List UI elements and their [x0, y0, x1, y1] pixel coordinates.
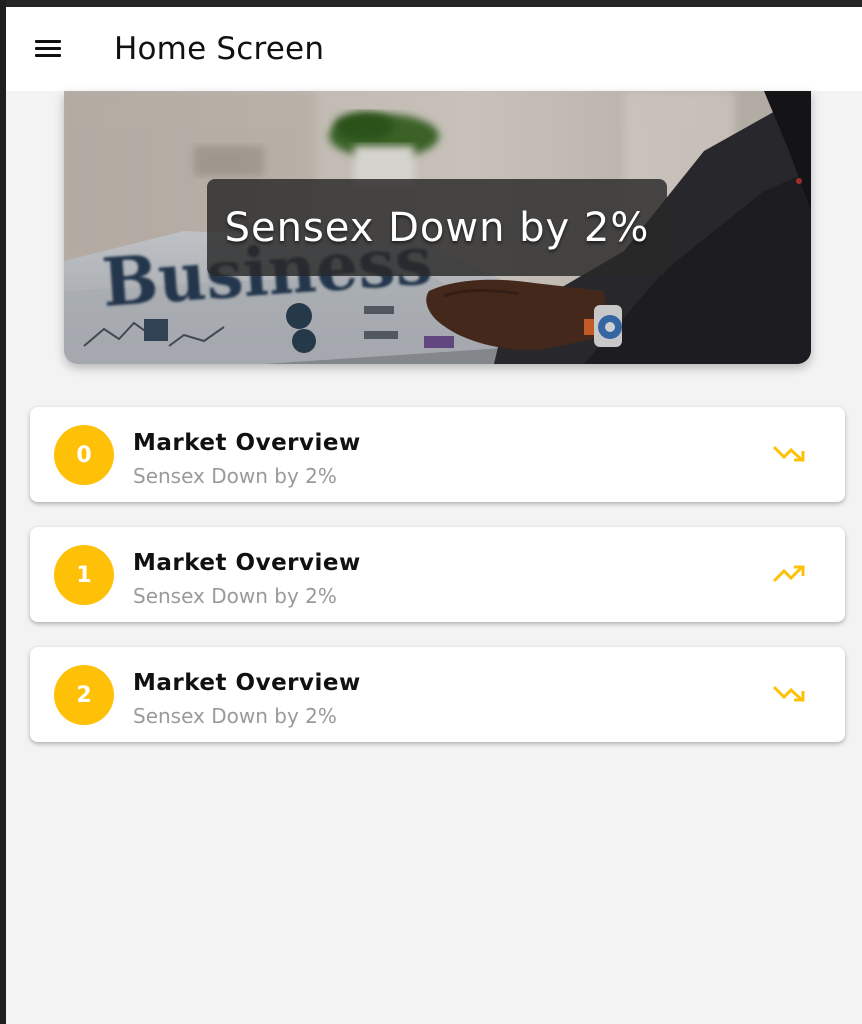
index-avatar: 0	[54, 425, 114, 485]
page-title: Home Screen	[114, 31, 325, 67]
trending-up-icon	[772, 565, 805, 583]
trending-down-icon	[772, 685, 805, 702]
list-item[interactable]: 0 Market Overview Sensex Down by 2%	[30, 407, 845, 502]
app-bar: Home Screen	[6, 7, 862, 91]
list-item-title: Market Overview	[133, 430, 361, 456]
window-top-border	[0, 0, 862, 7]
headline-banner[interactable]: Business	[64, 91, 811, 364]
list-item-title: Market Overview	[133, 550, 361, 576]
app-screen: Home Screen Sensex Down by 2% 0 Market O…	[6, 7, 862, 1024]
list-item-subtitle: Sensex Down by 2%	[133, 464, 337, 488]
list-item[interactable]: 1 Market Overview Sensex Down by 2%	[30, 527, 845, 622]
index-avatar: 1	[54, 545, 114, 605]
banner-headline-box: Sensex Down by 2%	[207, 179, 667, 276]
trending-down-icon	[772, 445, 805, 462]
list-item-title: Market Overview	[133, 670, 361, 696]
banner-headline: Sensex Down by 2%	[224, 204, 650, 251]
list-item-subtitle: Sensex Down by 2%	[133, 704, 337, 728]
index-avatar: 2	[54, 665, 114, 725]
list-item[interactable]: 2 Market Overview Sensex Down by 2%	[30, 647, 845, 742]
list-item-subtitle: Sensex Down by 2%	[133, 584, 337, 608]
menu-icon[interactable]	[32, 37, 62, 61]
